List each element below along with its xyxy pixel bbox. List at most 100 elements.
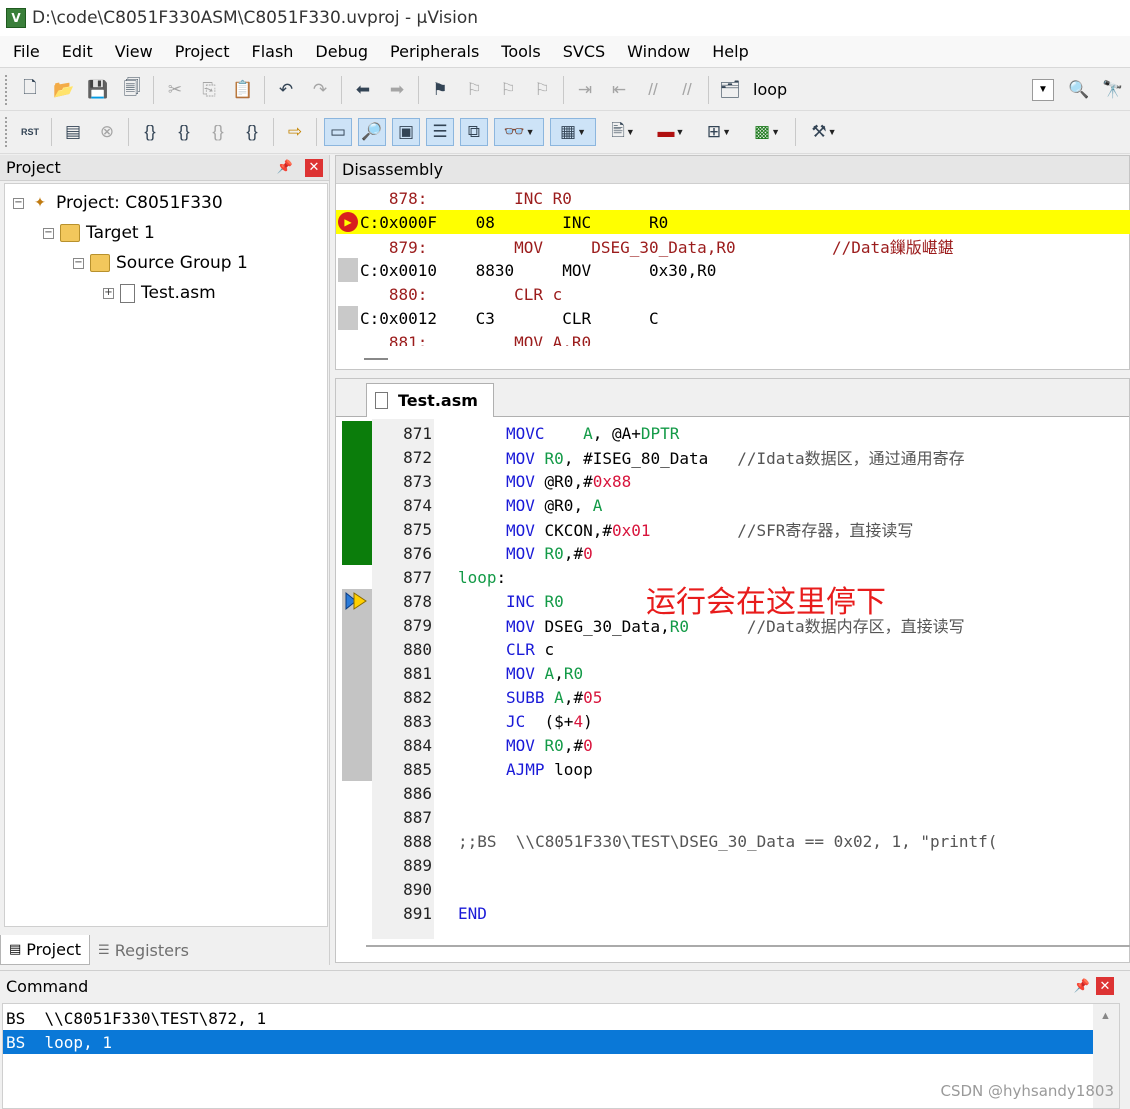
- code-line[interactable]: 874 MOV @R0, A: [336, 493, 1130, 517]
- menu-svcs[interactable]: SVCS: [552, 42, 616, 61]
- close-icon[interactable]: ✕: [1096, 977, 1114, 995]
- scroll-thumb[interactable]: [364, 358, 388, 360]
- command-line-selected[interactable]: BS loop, 1: [3, 1030, 1093, 1054]
- menu-project[interactable]: Project: [164, 42, 241, 61]
- code-line[interactable]: 879 MOV DSEG_30_Data,R0 //Data数据内存区，直接读写: [336, 613, 1130, 637]
- target-combo-value[interactable]: loop: [753, 80, 787, 99]
- code-line[interactable]: 880 CLR c: [336, 637, 1130, 661]
- disasm-row-source[interactable]: 881: MOV A,R0: [336, 330, 1130, 347]
- code-line[interactable]: 889: [336, 853, 1130, 877]
- chevron-down-icon[interactable]: ▼: [1032, 78, 1054, 101]
- menu-flash[interactable]: Flash: [240, 42, 304, 61]
- disasm-row-source[interactable]: 879: MOV DSEG_30_Data,R0 //Data鏁版嵁鍖: [336, 234, 1130, 258]
- menu-window[interactable]: Window: [616, 42, 701, 61]
- symbols-window-icon[interactable]: ▣: [392, 118, 420, 146]
- tab-project[interactable]: ▤ Project: [0, 935, 91, 965]
- paste-icon[interactable]: 📋: [229, 76, 257, 104]
- prev-bookmark-icon[interactable]: ⚐: [460, 76, 488, 104]
- pin-icon[interactable]: 📌: [277, 160, 293, 175]
- find-in-files-icon[interactable]: 🗂: [716, 76, 744, 104]
- code-line[interactable]: 884 MOV R0,#0: [336, 733, 1130, 757]
- registers-window-icon[interactable]: ☰: [426, 118, 454, 146]
- next-bookmark-icon[interactable]: ⚐: [494, 76, 522, 104]
- code-line[interactable]: 876 MOV R0,#0: [336, 541, 1130, 565]
- undo-icon[interactable]: ↶: [272, 76, 300, 104]
- show-next-statement-icon[interactable]: ⇨: [281, 118, 309, 146]
- toolbox-dropdown[interactable]: ⚒ ▼: [803, 118, 845, 146]
- code-line[interactable]: 877 loop:: [336, 565, 1130, 589]
- save-all-icon[interactable]: 🗐: [118, 76, 146, 104]
- step-into-icon[interactable]: {}: [136, 118, 164, 146]
- comment-icon[interactable]: //: [639, 76, 667, 104]
- bookmark-icon[interactable]: ⚑: [426, 76, 454, 104]
- code-line[interactable]: 887: [336, 805, 1130, 829]
- code-line[interactable]: 872 MOV R0, #ISEG_80_Data //Idata数据区，通过通用…: [336, 445, 1130, 469]
- disasm-row-source[interactable]: 878: INC R0: [336, 186, 1130, 210]
- menu-file[interactable]: File: [0, 42, 51, 61]
- tree-item-source-group[interactable]: − Source Group 1: [73, 250, 248, 276]
- menu-debug[interactable]: Debug: [304, 42, 379, 61]
- unindent-icon[interactable]: ⇤: [605, 76, 633, 104]
- new-file-icon[interactable]: 🗋: [16, 76, 44, 104]
- save-icon[interactable]: 💾: [84, 76, 112, 104]
- disasm-row-asm[interactable]: C:0x0010 8830 MOV 0x30,R0: [336, 258, 1130, 282]
- code-line[interactable]: 873 MOV @R0,#0x88: [336, 469, 1130, 493]
- step-over-icon[interactable]: {}: [170, 118, 198, 146]
- tab-registers[interactable]: ☰ Registers: [90, 935, 197, 965]
- indent-icon[interactable]: ⇥: [571, 76, 599, 104]
- copy-icon[interactable]: ⎘: [195, 76, 223, 104]
- reset-cpu-button[interactable]: RST: [16, 118, 44, 146]
- disassembly-window-icon[interactable]: 🔎: [358, 118, 386, 146]
- clear-bookmarks-icon[interactable]: ⚐: [528, 76, 556, 104]
- menu-help[interactable]: Help: [701, 42, 759, 61]
- menu-edit[interactable]: Edit: [51, 42, 104, 61]
- menu-view[interactable]: View: [104, 42, 164, 61]
- disassembly-body[interactable]: 878: INC R0 ▶ C:0x000F 08 INC R0 879: MO…: [336, 186, 1130, 346]
- run-to-cursor-icon[interactable]: {}: [238, 118, 266, 146]
- step-out-icon[interactable]: {}: [204, 118, 232, 146]
- collapse-icon[interactable]: −: [43, 227, 54, 239]
- navigate-forward-icon[interactable]: ➡: [383, 76, 411, 104]
- code-line[interactable]: 888 ;;BS \\C8051F330\TEST\DSEG_30_Data ==…: [336, 829, 1130, 853]
- editor-hscrollbar[interactable]: [366, 945, 1130, 947]
- tab-test-asm[interactable]: Test.asm: [366, 383, 494, 417]
- cut-icon[interactable]: ✂: [161, 76, 189, 104]
- code-line[interactable]: 875 MOV CKCON,#0x01 //SFR寄存器，直接读写: [336, 517, 1130, 541]
- code-line[interactable]: 886: [336, 781, 1130, 805]
- call-stack-window-icon[interactable]: ⧉: [460, 118, 488, 146]
- navigate-back-icon[interactable]: ⬅: [349, 76, 377, 104]
- disassembly-hscrollbar[interactable]: [336, 346, 1130, 370]
- collapse-icon[interactable]: −: [13, 197, 24, 209]
- code-line[interactable]: 891 END: [336, 901, 1130, 925]
- open-folder-icon[interactable]: 📂: [50, 76, 78, 104]
- toolbar-grip[interactable]: [5, 117, 9, 147]
- code-line[interactable]: 881 MOV A,R0: [336, 661, 1130, 685]
- system-viewer-dropdown[interactable]: ▩ ▼: [746, 118, 788, 146]
- memory-window-dropdown[interactable]: ▦ ▼: [550, 118, 596, 146]
- incremental-find-icon[interactable]: 🔭: [1099, 76, 1127, 104]
- tree-item-file[interactable]: + Test.asm: [103, 280, 216, 306]
- command-window-icon[interactable]: ▭: [324, 118, 352, 146]
- disasm-row-source[interactable]: 880: CLR c: [336, 282, 1130, 306]
- menu-peripherals[interactable]: Peripherals: [379, 42, 490, 61]
- disasm-row-current[interactable]: ▶ C:0x000F 08 INC R0: [336, 210, 1130, 234]
- code-editor[interactable]: 运行会在这里停下 871 MOVC A, @A+DPTR 872 MOV R0, #I…: [336, 419, 1130, 939]
- code-line[interactable]: 871 MOVC A, @A+DPTR: [336, 421, 1130, 445]
- pin-icon[interactable]: 📌: [1074, 979, 1090, 994]
- close-icon[interactable]: ✕: [305, 158, 323, 177]
- expand-icon[interactable]: +: [103, 287, 114, 299]
- menu-tools[interactable]: Tools: [490, 42, 551, 61]
- code-line[interactable]: 885 AJMP loop: [336, 757, 1130, 781]
- code-line[interactable]: 890: [336, 877, 1130, 901]
- code-line[interactable]: 878 INC R0: [336, 589, 1130, 613]
- disasm-row-asm[interactable]: C:0x0012 C3 CLR C: [336, 306, 1130, 330]
- uncomment-icon[interactable]: //: [673, 76, 701, 104]
- analysis-window-dropdown[interactable]: ▬ ▼: [650, 118, 692, 146]
- collapse-icon[interactable]: −: [73, 257, 84, 269]
- tree-item-project[interactable]: − ✦ Project: C8051F330: [13, 190, 223, 216]
- code-line[interactable]: 883 JC ($+4): [336, 709, 1130, 733]
- tree-item-target[interactable]: − Target 1: [43, 220, 155, 246]
- redo-icon[interactable]: ↷: [306, 76, 334, 104]
- scroll-up-icon[interactable]: ▲: [1100, 1010, 1111, 1022]
- watch-window-dropdown[interactable]: 👓 ▼: [494, 118, 544, 146]
